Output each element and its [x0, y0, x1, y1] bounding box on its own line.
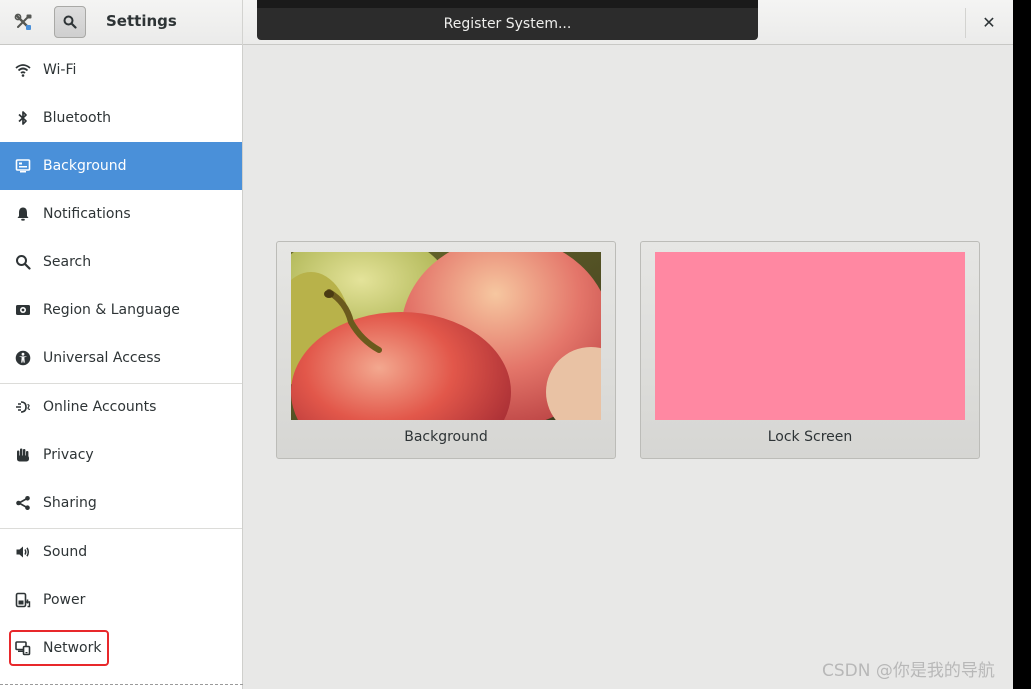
sidebar-item-notifications[interactable]: Notifications: [0, 190, 242, 238]
region-icon: [15, 302, 31, 318]
sidebar-item-label: Sharing: [43, 495, 97, 511]
sidebar-item-label: Region & Language: [43, 302, 180, 318]
header-left: Settings: [0, 0, 243, 45]
sidebar-item-sound[interactable]: Sound: [0, 528, 242, 576]
window-title: Settings: [106, 12, 177, 30]
search-icon: [63, 15, 77, 29]
sidebar: Wi-Fi Bluetooth Background Notifications…: [0, 45, 243, 689]
sidebar-item-sharing[interactable]: Sharing: [0, 479, 242, 527]
background-card[interactable]: Background: [276, 241, 616, 459]
network-icon: [15, 640, 31, 656]
notification-banner[interactable]: Register System...: [257, 0, 758, 40]
sidebar-item-label: Online Accounts: [43, 399, 157, 415]
share-icon: [15, 495, 31, 511]
sidebar-item-online-accounts[interactable]: Online Accounts: [0, 383, 242, 431]
sidebar-item-search[interactable]: Search: [0, 238, 242, 286]
sidebar-bottom-edge: [0, 684, 243, 685]
sidebar-item-label: Universal Access: [43, 350, 161, 366]
wifi-icon: [15, 62, 31, 78]
lock-screen-preview: [655, 252, 965, 420]
sidebar-item-network[interactable]: Network: [0, 624, 242, 672]
close-icon: ✕: [982, 12, 996, 32]
bell-icon: [15, 206, 31, 222]
lock-screen-card-label: Lock Screen: [767, 429, 853, 445]
sidebar-item-bluetooth[interactable]: Bluetooth: [0, 94, 242, 142]
background-icon: [15, 158, 31, 174]
sidebar-item-label: Power: [43, 592, 86, 608]
sidebar-item-region-language[interactable]: Region & Language: [0, 286, 242, 334]
notification-text: Register System...: [443, 16, 572, 32]
lock-screen-card[interactable]: Lock Screen: [640, 241, 980, 459]
online-accounts-icon: [15, 399, 31, 415]
sidebar-item-label: Wi-Fi: [43, 62, 77, 78]
sidebar-item-power[interactable]: Power: [0, 576, 242, 624]
header-separator: [965, 8, 966, 38]
power-icon: [15, 592, 31, 608]
sidebar-item-privacy[interactable]: Privacy: [0, 431, 242, 479]
sidebar-item-label: Notifications: [43, 206, 131, 222]
bluetooth-icon: [15, 110, 31, 126]
hand-icon: [15, 447, 31, 463]
accessibility-icon: [15, 350, 31, 366]
background-card-label: Background: [404, 429, 488, 445]
sidebar-item-label: Privacy: [43, 447, 94, 463]
sidebar-item-label: Network: [43, 640, 102, 656]
watermark-text: CSDN @你是我的导航: [822, 661, 995, 681]
sidebar-item-label: Sound: [43, 544, 88, 560]
sidebar-item-wifi[interactable]: Wi-Fi: [0, 46, 242, 94]
sidebar-item-background[interactable]: Background: [0, 142, 242, 190]
search-icon: [15, 254, 31, 270]
sidebar-item-label: Background: [43, 158, 127, 174]
settings-tools-icon: [8, 8, 40, 38]
sidebar-item-label: Search: [43, 254, 92, 270]
background-preview-image: [291, 252, 601, 420]
close-button[interactable]: ✕: [977, 10, 1001, 34]
sidebar-item-label: Bluetooth: [43, 110, 111, 126]
speaker-icon: [15, 544, 31, 560]
settings-window: Settings ✕ Register System... Wi-Fi Blue…: [0, 0, 1013, 689]
sidebar-item-universal-access[interactable]: Universal Access: [0, 334, 242, 382]
search-button[interactable]: [54, 6, 86, 38]
